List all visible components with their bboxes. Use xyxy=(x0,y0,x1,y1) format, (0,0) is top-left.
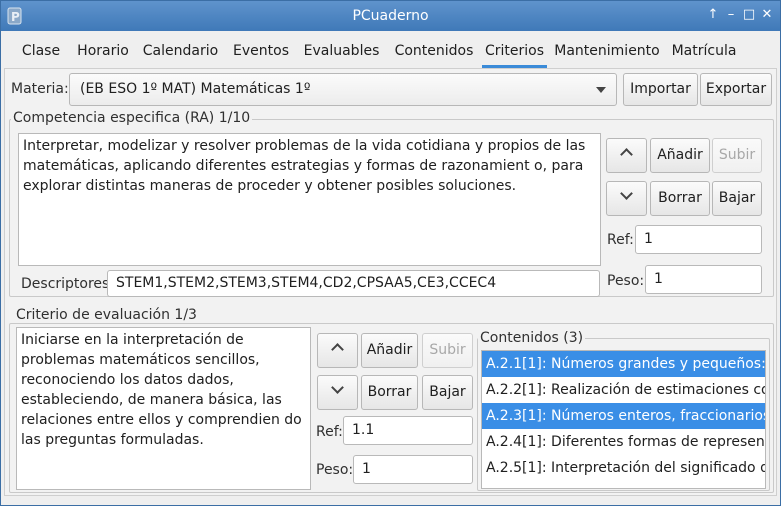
criterio-download-button[interactable]: Bajar xyxy=(422,375,473,410)
tab-matricula[interactable]: Matrícula xyxy=(664,34,744,68)
maximize-icon[interactable]: □ xyxy=(741,7,757,23)
competencia-ref-input[interactable]: 1 xyxy=(635,225,762,254)
import-button[interactable]: Importar xyxy=(623,73,698,106)
criterio-delete-button[interactable]: Borrar xyxy=(361,375,418,410)
chevron-up-icon xyxy=(620,148,633,161)
contenido-item[interactable]: A.2.2[1]: Realización de estimaciones co… xyxy=(482,377,765,403)
competencia-upload-button[interactable]: Subir xyxy=(712,138,762,173)
minimize-icon[interactable]: – xyxy=(723,7,739,23)
tab-mantenimiento[interactable]: Mantenimiento xyxy=(552,34,662,68)
materia-label: Materia: xyxy=(11,81,69,97)
criterio-add-button[interactable]: Añadir xyxy=(361,333,418,368)
criterio-peso-input[interactable]: 1 xyxy=(353,455,473,484)
tab-calendario[interactable]: Calendario xyxy=(136,34,225,68)
tab-eventos[interactable]: Eventos xyxy=(228,34,294,68)
competencia-download-button[interactable]: Bajar xyxy=(712,181,762,216)
window-title: PCuaderno xyxy=(352,8,429,24)
chevron-up-icon xyxy=(331,343,344,356)
contenido-item[interactable]: A.2.1[1]: Números grandes y pequeños: la… xyxy=(482,351,765,377)
chevron-down-icon xyxy=(596,87,606,93)
criterio-upload-button[interactable]: Subir xyxy=(422,333,473,368)
criterios-panel: Materia: (EB ESO 1º MAT) Matemáticas 1º … xyxy=(4,68,777,496)
criterio-ref-input[interactable]: 1.1 xyxy=(343,416,473,445)
criterio-move-down-button[interactable] xyxy=(317,375,358,410)
competencia-title: Competencia especifica (RA) 1/10 xyxy=(11,110,253,126)
contenido-item[interactable]: A.2.4[1]: Diferentes formas de represent… xyxy=(482,429,765,455)
contenido-item[interactable]: A.2.5[1]: Interpretación del significado… xyxy=(482,455,765,481)
app-window: P PCuaderno ↑ – □ ✕ Clase Horario Calend… xyxy=(0,0,781,506)
competencia-move-up-button[interactable] xyxy=(606,138,647,173)
criterio-move-up-button[interactable] xyxy=(317,333,358,368)
descriptores-input[interactable]: STEM1,STEM2,STEM3,STEM4,CD2,CPSAA5,CE3,C… xyxy=(107,270,600,297)
tab-bar: Clase Horario Calendario Eventos Evaluab… xyxy=(10,34,772,68)
materia-selected-value: (EB ESO 1º MAT) Matemáticas 1º xyxy=(80,81,311,97)
competencia-text[interactable]: Interpretar, modelizar y resolver proble… xyxy=(18,133,601,266)
export-button[interactable]: Exportar xyxy=(700,73,772,106)
contenido-item[interactable]: A.2.3[1]: Números enteros, fraccionarios… xyxy=(482,403,765,429)
contenidos-list[interactable]: A.2.1[1]: Números grandes y pequeños: la… xyxy=(481,350,766,489)
title-bar[interactable]: P PCuaderno ↑ – □ ✕ xyxy=(1,1,780,31)
keep-above-icon[interactable]: ↑ xyxy=(705,7,721,23)
competencia-peso-label: Peso: xyxy=(607,273,645,289)
tab-horario[interactable]: Horario xyxy=(72,34,134,68)
tab-evaluables[interactable]: Evaluables xyxy=(298,34,385,68)
tab-contenidos[interactable]: Contenidos xyxy=(388,34,480,68)
competencia-delete-button[interactable]: Borrar xyxy=(650,181,710,216)
tab-clase[interactable]: Clase xyxy=(10,34,72,68)
materia-select[interactable]: (EB ESO 1º MAT) Matemáticas 1º xyxy=(69,73,617,106)
tab-criterios[interactable]: Criterios xyxy=(482,34,547,68)
chevron-down-icon xyxy=(620,187,633,200)
criterio-peso-label: Peso: xyxy=(316,462,354,478)
criterio-text[interactable]: Iniciarse en la interpretación de proble… xyxy=(16,327,311,490)
competencia-move-down-button[interactable] xyxy=(606,181,647,216)
criterio-ref-label: Ref: xyxy=(316,424,343,440)
descriptores-label: Descriptores: xyxy=(21,276,115,292)
competencia-peso-input[interactable]: 1 xyxy=(645,265,762,294)
criterio-title: Criterio de evaluación 1/3 xyxy=(14,307,199,323)
contenidos-title: Contenidos (3) xyxy=(478,330,586,346)
competencia-ref-label: Ref: xyxy=(607,232,634,248)
competencia-add-button[interactable]: Añadir xyxy=(650,138,710,173)
chevron-down-icon xyxy=(331,381,344,394)
close-icon[interactable]: ✕ xyxy=(759,7,775,23)
